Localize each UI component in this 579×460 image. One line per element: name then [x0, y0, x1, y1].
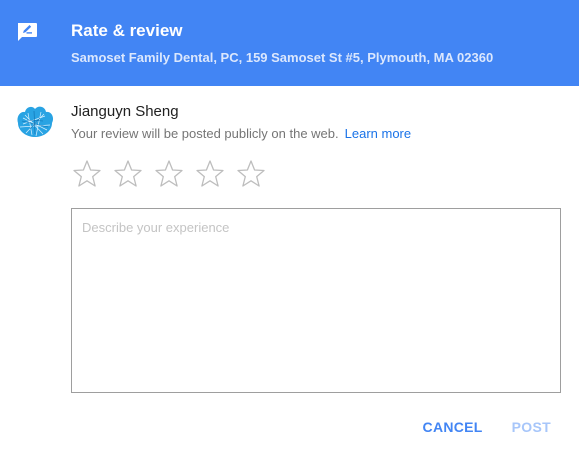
privacy-notice-text: Your review will be posted publicly on t… — [71, 126, 339, 141]
cancel-button[interactable]: CANCEL — [423, 419, 483, 435]
avatar — [14, 103, 56, 139]
star-outline-icon[interactable] — [153, 158, 185, 190]
star-outline-icon[interactable] — [71, 158, 103, 190]
user-name: Jianguyn Sheng — [71, 103, 179, 120]
star-outline-icon[interactable] — [194, 158, 226, 190]
rate-review-dialog: Rate & review Samoset Family Dental, PC,… — [0, 0, 579, 460]
review-textarea[interactable] — [71, 208, 561, 393]
rate-review-icon — [16, 22, 38, 42]
star-outline-icon[interactable] — [235, 158, 267, 190]
dialog-title: Rate & review — [71, 21, 183, 40]
learn-more-link[interactable]: Learn more — [345, 126, 411, 141]
business-address: Samoset Family Dental, PC, 159 Samoset S… — [71, 50, 494, 65]
star-outline-icon[interactable] — [112, 158, 144, 190]
dialog-actions: CANCEL POST — [423, 419, 551, 435]
post-button[interactable]: POST — [512, 419, 551, 435]
star-rating — [71, 158, 276, 190]
dialog-header: Rate & review Samoset Family Dental, PC,… — [0, 0, 579, 86]
privacy-notice: Your review will be posted publicly on t… — [71, 126, 411, 141]
